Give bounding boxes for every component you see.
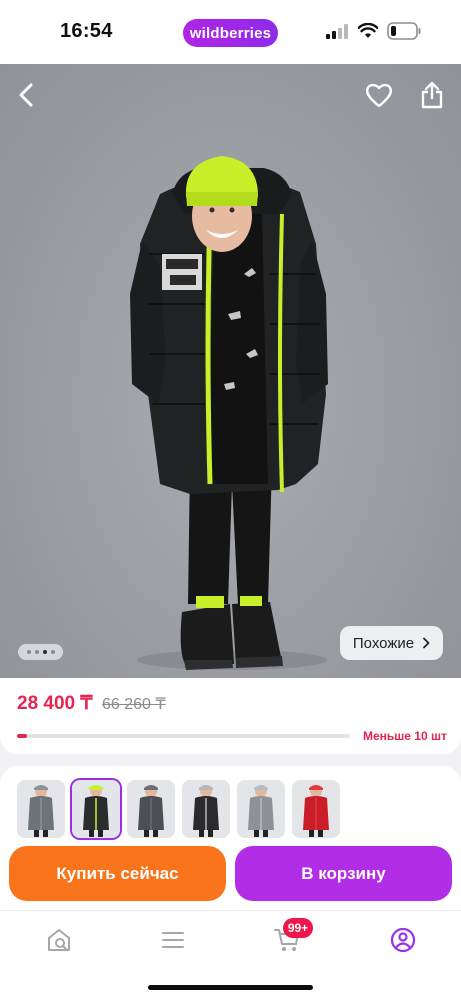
- product-photo[interactable]: Похожие: [0, 64, 461, 678]
- gallery-dot-active: [42, 650, 47, 654]
- battery-icon: [387, 22, 421, 40]
- gallery-dot: [34, 650, 39, 654]
- cellular-signal-icon: [326, 24, 348, 39]
- back-button[interactable]: [10, 78, 44, 112]
- color-variant-thumb[interactable]: [127, 780, 175, 838]
- profile-icon: [390, 927, 416, 953]
- color-variant-thumb[interactable]: [72, 780, 120, 838]
- gallery-dot: [50, 650, 55, 654]
- cart-badge: 99+: [283, 918, 313, 938]
- stock-progress-bar: [17, 734, 350, 738]
- chevron-left-icon: [19, 83, 33, 107]
- price-block: 28 400 ₸ 66 260 ₸ Меньше 10 шт: [0, 678, 461, 754]
- variant-image: [292, 780, 340, 838]
- wifi-icon: [358, 23, 378, 38]
- buy-now-label: Купить сейчас: [56, 863, 179, 883]
- home-indicator: [148, 985, 313, 990]
- gallery-dot: [26, 650, 31, 654]
- variant-image: [127, 780, 175, 838]
- product-page: 16:54 wildberries Похожие 28 400 ₸ 66 26…: [0, 0, 461, 999]
- share-button[interactable]: [415, 78, 449, 112]
- home-search-icon: [48, 929, 70, 951]
- add-to-cart-label: В корзину: [301, 863, 386, 883]
- stock-label: Меньше 10 шт: [363, 729, 447, 743]
- current-price: 28 400 ₸: [17, 693, 93, 714]
- color-variant-thumb[interactable]: [17, 780, 65, 838]
- add-to-cart-button[interactable]: В корзину: [235, 846, 452, 901]
- menu-icon: [162, 932, 184, 948]
- nav-home-search[interactable]: [44, 925, 74, 955]
- heart-icon: [365, 83, 393, 108]
- nav-catalog[interactable]: [158, 925, 188, 955]
- color-variant-thumb[interactable]: [237, 780, 285, 838]
- favorite-button[interactable]: [362, 78, 396, 112]
- similar-label: Похожие: [352, 634, 415, 652]
- nav-profile[interactable]: [388, 925, 418, 955]
- stock-progress-fill: [17, 734, 27, 738]
- variant-image: [237, 780, 285, 838]
- gallery-pagination[interactable]: [18, 644, 63, 660]
- color-variant-thumb[interactable]: [182, 780, 230, 838]
- status-bar: 16:54 wildberries: [0, 0, 461, 64]
- old-price: 66 260 ₸: [102, 696, 166, 713]
- variant-image: [17, 780, 65, 838]
- color-variant-thumb[interactable]: [292, 780, 340, 838]
- status-time: 16:54: [60, 20, 113, 42]
- similar-button[interactable]: Похожие: [340, 626, 443, 660]
- variant-image: [72, 780, 120, 838]
- chevron-right-icon: [423, 637, 430, 649]
- wildberries-logo: wildberries: [183, 19, 278, 47]
- buy-now-button[interactable]: Купить сейчас: [9, 846, 226, 901]
- product-image: [130, 156, 328, 670]
- share-icon: [421, 81, 443, 109]
- variant-image: [182, 780, 230, 838]
